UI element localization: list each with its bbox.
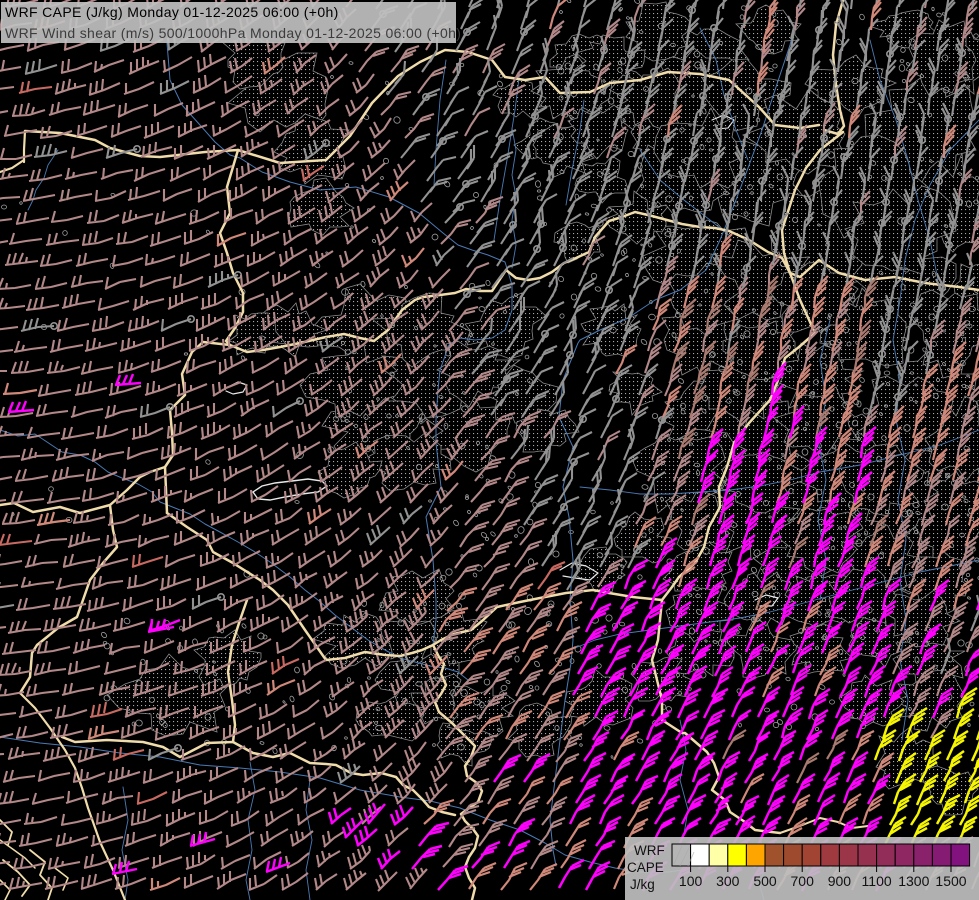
svg-text:WRF CAPE (J/kg) Monday 01-12-2: WRF CAPE (J/kg) Monday 01-12-2025 06:00 …	[5, 4, 339, 20]
svg-text:1300: 1300	[898, 873, 929, 889]
svg-text:WRF Wind shear (m/s) 500/1000h: WRF Wind shear (m/s) 500/1000hPa Monday …	[5, 25, 461, 41]
svg-text:WRF: WRF	[634, 843, 665, 858]
svg-text:300: 300	[716, 873, 740, 889]
svg-text:500: 500	[753, 873, 777, 889]
svg-text:900: 900	[828, 873, 852, 889]
svg-text:700: 700	[791, 873, 815, 889]
svg-text:1500: 1500	[935, 873, 966, 889]
svg-text:1100: 1100	[862, 873, 892, 889]
svg-text:CAPE: CAPE	[627, 860, 664, 875]
svg-text:100: 100	[679, 873, 703, 889]
svg-text:J/kg: J/kg	[630, 877, 655, 892]
